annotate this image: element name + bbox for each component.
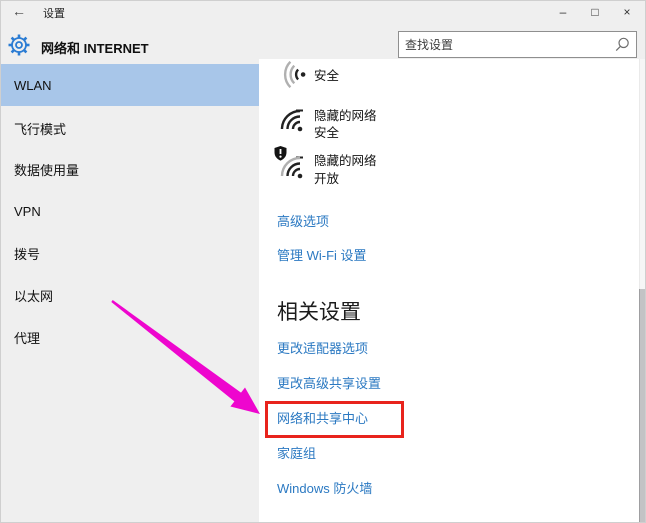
wifi-network-name: 隐藏的网络 (314, 109, 377, 124)
sidebar-item-label: WLAN (14, 78, 52, 93)
minimize-button[interactable]: – (547, 1, 579, 23)
close-button[interactable]: × (611, 1, 643, 23)
page-title: 网络和 INTERNET (41, 38, 149, 57)
sidebar-item-label: 拨号 (14, 244, 40, 263)
window-title: 设置 (43, 5, 65, 21)
wifi-signal-icon (279, 61, 306, 88)
sidebar-item-label: 代理 (14, 328, 40, 347)
settings-window: ← 设置 – □ × (0, 0, 646, 523)
change-adapter-options-link[interactable]: 更改适配器选项 (277, 341, 368, 356)
advanced-options-link[interactable]: 高级选项 (277, 214, 329, 229)
change-advanced-sharing-link[interactable]: 更改高级共享设置 (277, 376, 381, 391)
maximize-button[interactable]: □ (579, 1, 611, 23)
homegroup-link[interactable]: 家庭组 (277, 446, 316, 461)
sidebar-item-ethernet[interactable]: 以太网 (1, 275, 259, 315)
wifi-network-item[interactable]: 隐藏的网络 开放 (279, 149, 619, 191)
windows-firewall-link[interactable]: Windows 防火墙 (277, 481, 372, 496)
window-controls: – □ × (547, 1, 643, 23)
search-icon[interactable] (615, 37, 630, 52)
gear-icon (8, 34, 30, 56)
settings-search (398, 31, 637, 58)
network-sharing-center-link[interactable]: 网络和共享中心 (277, 411, 368, 426)
wifi-security-label: 安全 (314, 69, 339, 84)
sidebar-item-wlan[interactable]: WLAN (1, 64, 259, 106)
sidebar-item-label: VPN (14, 204, 41, 219)
manage-wifi-settings-link[interactable]: 管理 Wi-Fi 设置 (277, 248, 367, 263)
back-button[interactable]: ← (12, 3, 26, 19)
wifi-signal-icon (279, 108, 306, 135)
sidebar-item-label: 飞行模式 (14, 119, 66, 138)
sidebar-item-vpn[interactable]: VPN (1, 191, 259, 231)
search-input[interactable] (399, 38, 615, 52)
sidebar-item-label: 数据使用量 (14, 160, 79, 179)
wifi-security-label: 开放 (314, 172, 339, 187)
scrollbar-thumb[interactable] (639, 289, 645, 523)
sidebar-item-label: 以太网 (14, 286, 53, 305)
wifi-security-label: 安全 (314, 126, 339, 141)
wifi-network-item[interactable]: 安全 (279, 59, 619, 91)
warning-shield-icon (274, 146, 287, 161)
related-settings-heading: 相关设置 (277, 300, 361, 325)
sidebar-item-airplane-mode[interactable]: 飞行模式 (1, 108, 259, 148)
wifi-network-item[interactable]: 隐藏的网络 安全 (279, 105, 619, 145)
sidebar-item-proxy[interactable]: 代理 (1, 317, 259, 357)
sidebar-item-dialup[interactable]: 拨号 (1, 233, 259, 273)
sidebar-item-data-usage[interactable]: 数据使用量 (1, 149, 259, 189)
wifi-network-name: 隐藏的网络 (314, 154, 377, 169)
